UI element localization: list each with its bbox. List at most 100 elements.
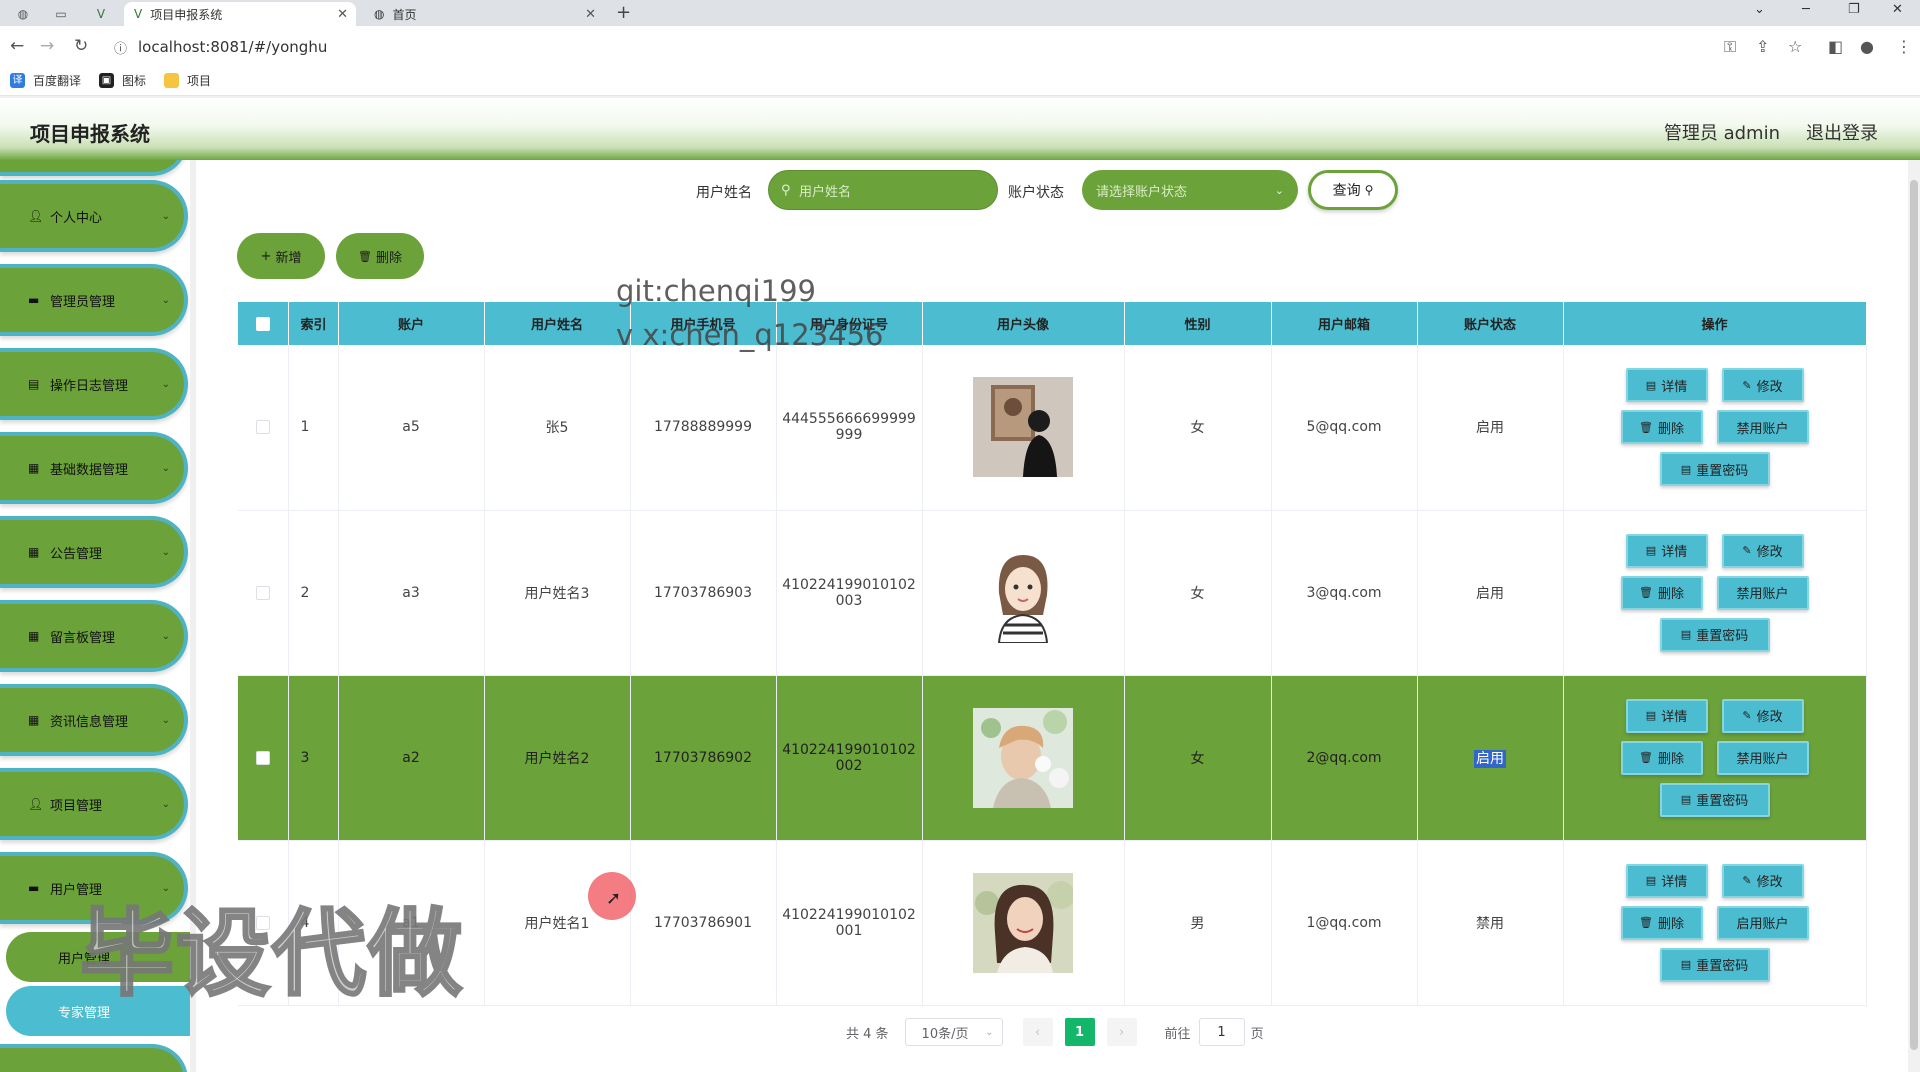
goto-page-input[interactable]: 1 <box>1198 1018 1245 1046</box>
sidebar-item-personal-center[interactable]: 👤︎ 个人中心 ⌄ <box>0 180 188 252</box>
query-button[interactable]: 查询 ⚲ <box>1308 170 1398 210</box>
sidebar-item-admin-manage[interactable]: ▬ 管理员管理 ⌄ <box>0 264 188 336</box>
chevron-down-icon[interactable]: ⌄ <box>1754 2 1765 17</box>
trash-icon: 🗑︎ <box>1639 751 1653 764</box>
operations-cell: ▤ 详情 ✎ 修改 🗑︎ 删除 禁用账户 ▤ 重置密码 <box>1563 510 1867 676</box>
chevron-left-icon: ‹ <box>1034 1024 1041 1040</box>
admin-label: 管理员 admin <box>1663 123 1780 144</box>
avatar <box>973 707 1073 808</box>
share-icon[interactable]: ⇪ <box>1756 37 1769 56</box>
info-icon[interactable]: ⓘ <box>114 38 127 57</box>
toggle-account-button[interactable]: 禁用账户 <box>1716 740 1809 775</box>
bookmark-item[interactable]: 译百度翻译 <box>10 72 81 89</box>
column-header: 索引 <box>288 302 339 345</box>
toggle-account-button[interactable]: 启用账户 <box>1716 905 1809 940</box>
logout-link[interactable]: 退出登录 <box>1806 119 1878 145</box>
bookmark-item[interactable]: 项目 <box>164 72 211 89</box>
search-name-placeholder: 用户姓名 <box>799 184 852 200</box>
close-icon[interactable]: ✕ <box>585 7 596 22</box>
table-row[interactable]: 2 a3 用户姓名3 17703786903 410224199010102 00… <box>238 510 1867 676</box>
delete-button[interactable]: 🗑︎ 删除 <box>1620 905 1703 940</box>
edit-button[interactable]: ✎ 修改 <box>1721 533 1804 568</box>
edit-button[interactable]: ✎ 修改 <box>1721 698 1804 733</box>
tab-label: 项目申报系统 <box>150 7 223 22</box>
bookmark-item[interactable]: ▣ 图标 <box>99 72 146 89</box>
detail-button[interactable]: ▤ 详情 <box>1625 698 1708 733</box>
page-size-select[interactable]: 10条/页 ⌄ <box>904 1018 1003 1046</box>
tab-project-system[interactable]: V 项目申报系统 ✕ <box>124 2 356 26</box>
row-checkbox[interactable] <box>255 585 270 600</box>
new-tab-icon[interactable]: + <box>616 2 631 23</box>
table-row[interactable]: 3 a2 用户姓名2 17703786902 410224199010102 00… <box>238 675 1867 841</box>
scrollbar[interactable] <box>1908 160 1920 1072</box>
key-icon[interactable]: ⚿ <box>1724 37 1736 57</box>
user-icon: 👤︎ <box>28 797 44 811</box>
blank-tab-icon[interactable]: ▭ <box>48 3 74 25</box>
pencil-icon: ✎ <box>1742 544 1752 557</box>
globe-icon[interactable]: ◍ <box>10 3 36 25</box>
sidebar-item-basedata-manage[interactable]: ▦ 基础数据管理 ⌄ <box>0 432 188 504</box>
reset-password-button[interactable]: ▤ 重置密码 <box>1659 782 1770 817</box>
chevron-down-icon: ⌄ <box>161 378 170 390</box>
idcard-cell: 410224199010102 003 <box>776 510 923 676</box>
sidebar-item-message-manage[interactable]: ▦ 留言板管理 ⌄ <box>0 600 188 672</box>
sidebar-item-oplog-manage[interactable]: ▤ 操作日志管理 ⌄ <box>0 348 188 420</box>
status-text: 禁用 <box>1476 915 1504 932</box>
watermark-big-text: 毕设代做 <box>78 899 465 1011</box>
next-page-button[interactable]: › <box>1106 1018 1137 1046</box>
reset-password-button[interactable]: ▤ 重置密码 <box>1659 452 1770 487</box>
status-select[interactable]: 请选择账户状态 ⌄ <box>1082 170 1298 210</box>
vue-icon[interactable]: V <box>88 3 114 25</box>
sidepanel-icon[interactable]: ◧ <box>1828 37 1843 56</box>
add-button[interactable]: + 新增 <box>237 233 325 279</box>
menu-icon[interactable]: ⋮ <box>1896 37 1912 56</box>
star-icon[interactable]: ☆ <box>1788 37 1802 56</box>
table-row[interactable]: 1 a5 张5 17788889999 444555666699999 999 女… <box>238 345 1867 511</box>
delete-button[interactable]: 🗑︎ 删除 <box>1620 575 1703 610</box>
prev-page-button[interactable]: ‹ <box>1022 1018 1053 1046</box>
reload-icon[interactable]: ↻ <box>74 36 88 56</box>
detail-button[interactable]: ▤ 详情 <box>1625 863 1708 898</box>
sidebar-item-top[interactable] <box>0 160 188 176</box>
search-name-label: 用户姓名 <box>696 185 752 201</box>
profile-icon[interactable]: ● <box>1860 37 1874 56</box>
reset-password-button[interactable]: ▤ 重置密码 <box>1659 617 1770 652</box>
toggle-account-button[interactable]: 禁用账户 <box>1716 575 1809 610</box>
edit-button[interactable]: ✎ 修改 <box>1721 863 1804 898</box>
minimize-icon[interactable]: ─ <box>1802 2 1810 17</box>
back-icon[interactable]: ← <box>10 36 24 56</box>
sidebar-item-news-manage[interactable]: ▦ 资讯信息管理 ⌄ <box>0 684 188 756</box>
close-icon[interactable]: ✕ <box>337 7 348 22</box>
row-checkbox[interactable] <box>255 750 270 765</box>
name-cell: 用户姓名2 <box>484 675 631 841</box>
table-row[interactable]: 4 a1 用户姓名1 17703786901 410224199010102 00… <box>238 840 1867 1006</box>
sidebar-item-notice-manage[interactable]: ▦ 公告管理 ⌄ <box>0 516 188 588</box>
close-window-icon[interactable]: ✕ <box>1892 2 1903 17</box>
search-name-input[interactable]: ⚲ 用户姓名 <box>768 170 998 210</box>
toggle-account-button[interactable]: 禁用账户 <box>1716 410 1809 445</box>
row-select-cell <box>238 510 289 676</box>
operations-cell: ▤ 详情 ✎ 修改 🗑︎ 删除 禁用账户 ▤ 重置密码 <box>1563 675 1867 841</box>
delete-button[interactable]: 🗑︎ 删除 <box>1620 740 1703 775</box>
chevron-down-icon: ⌄ <box>161 294 170 306</box>
restore-icon[interactable]: ❐ <box>1848 2 1860 17</box>
detail-button[interactable]: ▤ 详情 <box>1625 533 1708 568</box>
delete-button[interactable]: 🗑︎ 删除 <box>1620 410 1703 445</box>
tab-home[interactable]: ◍ 首页 ✕ <box>364 2 604 26</box>
sidebar-item-bottom[interactable] <box>0 1044 188 1072</box>
forward-icon[interactable]: → <box>40 36 54 56</box>
edit-button[interactable]: ✎ 修改 <box>1721 368 1804 403</box>
reset-password-button[interactable]: ▤ 重置密码 <box>1659 947 1770 982</box>
detail-button[interactable]: ▤ 详情 <box>1625 368 1708 403</box>
url-field[interactable]: localhost:8081/#/yonghu <box>138 38 327 56</box>
row-checkbox[interactable] <box>255 420 270 435</box>
select-all-checkbox[interactable] <box>255 316 270 331</box>
scroll-thumb[interactable] <box>1910 180 1918 1050</box>
page-suffix: 页 <box>1250 1026 1264 1042</box>
sidebar-item-project-manage[interactable]: 👤︎ 项目管理 ⌄ <box>0 768 188 840</box>
monitor-icon: ▬ <box>28 881 40 895</box>
batch-delete-button[interactable]: 🗑︎ 删除 <box>336 233 424 279</box>
page-number-current[interactable]: 1 <box>1064 1018 1095 1046</box>
grid-icon: ▦ <box>28 461 40 475</box>
chevron-down-icon: ⌄ <box>161 630 170 642</box>
